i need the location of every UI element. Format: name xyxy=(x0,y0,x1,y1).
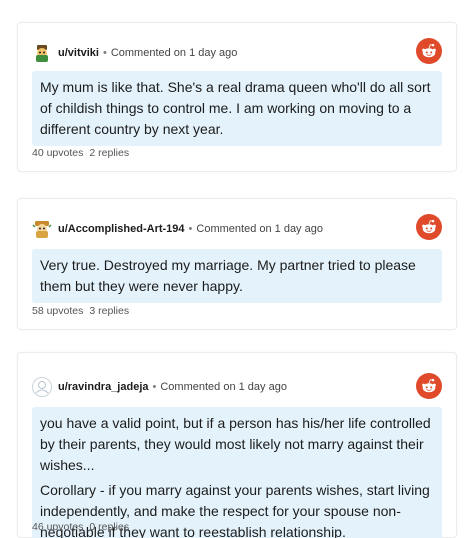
comment-paragraph: Very true. Destroyed my marriage. My par… xyxy=(40,257,416,294)
comment-timestamp: Commented on 1 day ago xyxy=(196,223,323,235)
comment-body: Very true. Destroyed my marriage. My par… xyxy=(32,249,442,303)
reply-count[interactable]: 0 replies xyxy=(89,521,129,533)
comment-card: u/vitviki • Commented on 1 day ago My mu… xyxy=(17,22,457,172)
reddit-icon[interactable] xyxy=(416,214,442,240)
username[interactable]: u/vitviki xyxy=(58,47,99,59)
comment-footer: 58 upvotes 3 replies xyxy=(32,305,129,317)
snoo-avatar-icon[interactable] xyxy=(32,43,52,63)
username[interactable]: u/Accomplished-Art-194 xyxy=(58,223,185,235)
comment-timestamp: Commented on 1 day ago xyxy=(110,47,238,59)
default-avatar-icon[interactable] xyxy=(32,377,52,397)
username[interactable]: u/ravindra_jadeja xyxy=(58,381,149,393)
reddit-icon[interactable] xyxy=(416,38,442,64)
reply-count[interactable]: 3 replies xyxy=(89,305,129,317)
comment-card: u/ravindra_jadeja • Commented on 1 day a… xyxy=(17,352,457,538)
comment-footer: 40 upvotes 2 replies xyxy=(32,147,129,159)
reddit-icon[interactable] xyxy=(416,373,442,399)
separator-dot: • xyxy=(102,47,107,59)
comment-body: My mum is like that. She's a real drama … xyxy=(32,71,442,146)
separator-dot: • xyxy=(152,381,157,393)
upvote-count[interactable]: 58 upvotes xyxy=(32,305,83,317)
comment-header: u/ravindra_jadeja • Commented on 1 day a… xyxy=(32,377,287,397)
comment-card: u/Accomplished-Art-194 • Commented on 1 … xyxy=(17,198,457,330)
comment-header: u/Accomplished-Art-194 • Commented on 1 … xyxy=(32,219,323,239)
comment-body: you have a valid point, but if a person … xyxy=(32,407,442,538)
upvote-count[interactable]: 40 upvotes xyxy=(32,147,83,159)
comment-paragraph: My mum is like that. She's a real drama … xyxy=(40,79,431,137)
upvote-count[interactable]: 46 upvotes xyxy=(32,521,83,533)
snoo-avatar-icon[interactable] xyxy=(32,219,52,239)
reply-count[interactable]: 2 replies xyxy=(89,147,129,159)
separator-dot: • xyxy=(188,223,193,235)
comment-timestamp: Commented on 1 day ago xyxy=(160,381,287,393)
comment-footer: 46 upvotes 0 replies xyxy=(32,521,129,533)
comment-header: u/vitviki • Commented on 1 day ago xyxy=(32,43,237,63)
comment-paragraph: you have a valid point, but if a person … xyxy=(40,415,431,473)
